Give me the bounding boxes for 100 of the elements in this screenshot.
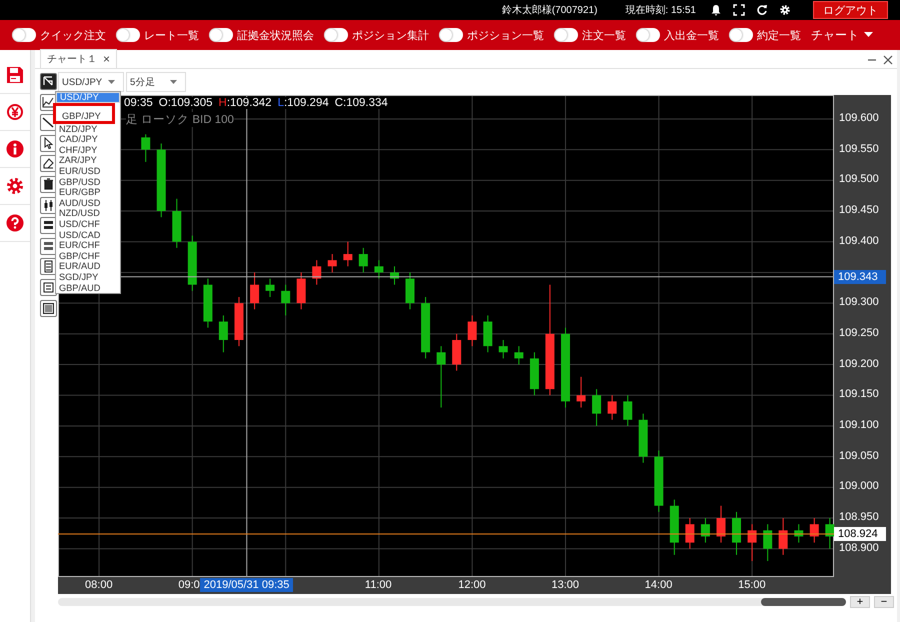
info-icon[interactable]: [6, 140, 24, 158]
candle: [328, 254, 337, 273]
nav-link[interactable]: 証拠金状況照会: [237, 28, 314, 42]
symbol-option[interactable]: CHF/JPY: [56, 144, 120, 156]
axis-label: 109.250: [839, 326, 879, 339]
bell-icon[interactable]: [710, 4, 722, 16]
time-marker: 2019/05/31 09:35: [200, 578, 294, 592]
symbol-option[interactable]: EUR/USD: [56, 166, 120, 177]
symbol-option[interactable]: GBP/AUD: [56, 282, 120, 294]
candle: [794, 524, 804, 544]
candle: [203, 278, 212, 328]
toggle-switch[interactable]: [209, 28, 233, 42]
nav-link[interactable]: 約定一覧: [757, 28, 801, 42]
symbol-option[interactable]: NZD/JPY: [56, 124, 120, 134]
candle: [296, 272, 306, 310]
candle: [266, 278, 275, 298]
axis-label: 12:00: [458, 579, 486, 591]
symbol-option[interactable]: SGD/JPY: [56, 272, 120, 282]
zoom-button[interactable]: +: [850, 596, 870, 608]
cursor-tool-icon[interactable]: [40, 73, 57, 90]
symbol-option[interactable]: USD/CAD: [56, 230, 120, 240]
candle: [250, 272, 260, 310]
toggle-switch[interactable]: [324, 28, 348, 42]
close-tab-button[interactable]: ×: [103, 54, 110, 64]
candle: [825, 518, 834, 550]
candle: [343, 241, 352, 267]
chart-caption: 足 ローソク BID 100: [126, 112, 234, 127]
symbol-option[interactable]: CAD/JPY: [56, 134, 120, 145]
symbol-option[interactable]: ZAR/JPY: [56, 155, 120, 166]
axis-label: 08:00: [85, 579, 113, 591]
symbol-option[interactable]: AUD/USD: [56, 198, 120, 208]
axis-label: 15:00: [738, 579, 766, 591]
candle: [421, 296, 430, 359]
candle: [716, 505, 726, 544]
candle: [141, 134, 150, 162]
symbol-option[interactable]: EUR/GBP: [56, 187, 120, 198]
clock-text: 現在時刻: 15:51: [625, 4, 696, 17]
axis-label: 14:00: [644, 579, 672, 591]
toggle-switch[interactable]: [12, 28, 36, 42]
save-icon[interactable]: [6, 66, 24, 84]
time-text: 09:35: [124, 97, 153, 109]
toggle-switch[interactable]: [554, 28, 578, 42]
price-marker: 108.924: [834, 527, 886, 542]
toggle-switch[interactable]: [636, 28, 660, 42]
nav-link[interactable]: ポジション一覧: [467, 28, 544, 42]
caret-icon: [108, 80, 115, 84]
symbol-option[interactable]: GBP/JPY: [53, 102, 115, 124]
caret-icon: [864, 32, 873, 38]
candle: [436, 346, 446, 408]
help-icon[interactable]: [6, 214, 24, 232]
close-icon[interactable]: [883, 55, 893, 65]
candle: [406, 272, 414, 310]
open-price: O:109.305: [158, 97, 212, 109]
zoom-button[interactable]: −: [874, 596, 894, 608]
toggle-switch[interactable]: [116, 28, 140, 42]
symbol-option[interactable]: USD/JPY: [56, 92, 120, 103]
period-dropdown[interactable]: 5分足: [126, 72, 186, 92]
refresh-icon[interactable]: [756, 4, 768, 16]
logout-button[interactable]: ログアウト: [813, 1, 888, 19]
fullscreen-icon[interactable]: [733, 4, 745, 16]
scrollbar-track[interactable]: [58, 598, 846, 606]
nav-link[interactable]: ポジション集計: [352, 28, 429, 42]
symbol-option[interactable]: GBP/CHF: [56, 250, 120, 262]
axis-label: 109.100: [839, 418, 879, 431]
scrollbar-thumb[interactable]: [761, 598, 846, 606]
axis-label: 108.900: [839, 542, 879, 554]
toggle-switch[interactable]: [729, 28, 753, 42]
candle: [638, 413, 648, 464]
symbol-option[interactable]: EUR/AUD: [56, 261, 120, 272]
symbol-option[interactable]: NZD/USD: [56, 208, 120, 219]
axis-label: 109.050: [839, 450, 879, 462]
candle: [374, 260, 384, 280]
chart-tab[interactable]: チャート１ ×: [40, 49, 118, 68]
user-name: 鈴木太郎様(7007921): [502, 4, 598, 17]
toggle-switch[interactable]: [439, 28, 463, 42]
symbol-option[interactable]: GBP/USD: [56, 176, 120, 188]
axis-label: 109.000: [839, 480, 879, 492]
candle: [188, 235, 197, 292]
candle: [700, 518, 710, 544]
nav-link[interactable]: 注文一覧: [582, 28, 626, 42]
symbol-option[interactable]: USD/CHF: [56, 218, 120, 230]
price-marker: 109.343: [834, 270, 886, 284]
candle: [483, 314, 492, 353]
yen-icon[interactable]: [6, 103, 24, 121]
frame-icon[interactable]: [40, 300, 57, 317]
axis-label: 109.550: [839, 142, 879, 155]
chart-menu[interactable]: チャート: [811, 26, 873, 44]
axis-label: 109.500: [839, 173, 879, 186]
candle: [312, 260, 322, 286]
candle: [172, 198, 182, 248]
nav-link[interactable]: 入出金一覧: [664, 28, 719, 42]
nav-link[interactable]: レート一覧: [144, 28, 199, 42]
candle: [281, 284, 290, 316]
axis-label: 109.150: [839, 388, 879, 400]
symbol-option[interactable]: EUR/CHF: [56, 240, 120, 251]
axis-label: 109.400: [839, 234, 879, 247]
candle: [468, 314, 477, 347]
nav-link[interactable]: クイック注文: [40, 28, 106, 42]
candle: [732, 511, 741, 556]
high-price: H:109.342: [218, 97, 272, 109]
